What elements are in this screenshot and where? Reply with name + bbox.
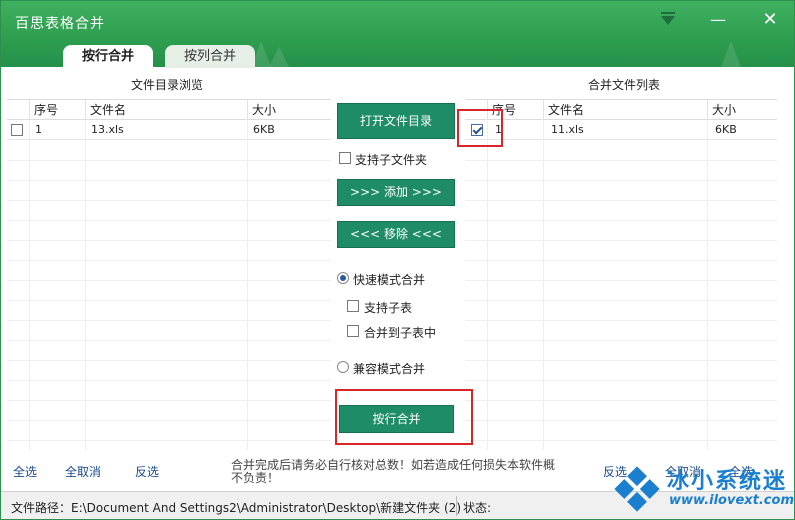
right-panel-title: 合并文件列表 [587,78,660,92]
remove-button[interactable]: <<< 移除 <<< [337,221,455,248]
invert-left-link[interactable]: 反选 [135,463,159,480]
watermark-title: 冰小系统迷 [667,469,788,494]
watermark-logo: 冰小系统迷 www.ilovext.com [605,459,794,519]
table-row[interactable]: 1 13.xls 6KB [7,120,331,140]
file-path-value: E:\Document And Settings2\Administrator\… [71,501,461,515]
support-subsheets-label: 支持子表 [364,301,413,315]
highlight-box-checkbox [457,109,503,147]
window-title: 百思表格合并 [15,16,105,32]
table-row[interactable]: 1 11.xls 6KB [465,120,777,140]
watermark-url: www.ilovext.com [669,493,794,508]
add-button[interactable]: >>> 添加 >>> [337,179,455,206]
windows-logo-icon [614,466,660,512]
merge-notice: 合并完成后请务必自行核对总数！如若造成任何损失本软件概不负责！ [231,458,556,485]
select-none-left-link[interactable]: 全取消 [65,463,101,480]
status-label: 状态: [463,501,492,515]
merge-list-table: 序号 文件名 大小 1 11.xls 6KB [465,99,777,450]
tree-decoration [721,41,741,67]
status-divider [456,496,457,516]
menu-icon[interactable] [657,9,679,31]
column-header-size[interactable]: 大小 [707,100,777,120]
column-header-filename[interactable]: 文件名 [543,100,707,120]
table-header: 序号 文件名 大小 [465,100,777,120]
tab-row-merge[interactable]: 按行合并 [63,45,153,68]
row-filename: 13.xls [91,123,124,136]
tab-column-merge[interactable]: 按列合并 [165,45,255,68]
left-panel-title: 文件目录浏览 [130,78,203,92]
minimize-icon[interactable]: — [707,9,729,31]
row-size: 6KB [253,123,275,136]
merge-to-subsheet-label: 合并到子表中 [364,326,437,340]
file-browser-table: 序号 文件名 大小 1 13.xls 6KB [7,99,331,450]
close-icon[interactable]: ✕ [759,9,781,31]
fast-mode-radio[interactable] [337,272,349,284]
merge-to-subsheet-checkbox[interactable] [347,325,359,337]
include-subfolders-label: 支持子文件夹 [355,153,428,167]
support-subsheets-checkbox[interactable] [347,300,359,312]
include-subfolders-checkbox[interactable] [339,152,351,164]
fast-mode-label: 快速模式合并 [353,273,426,287]
column-header-filename[interactable]: 文件名 [85,100,247,120]
compat-mode-label: 兼容模式合并 [353,362,426,376]
app-window: 百思表格合并 — ✕ 按行合并 按列合并 文件目录浏览 合并文件列表 序号 文件… [0,0,795,520]
column-header-size[interactable]: 大小 [247,100,331,120]
row-size: 6KB [715,123,737,136]
merge-rows-button[interactable]: 按行合并 [339,405,454,433]
file-path: 文件路径：E:\Document And Settings2\Administr… [11,499,461,516]
row-filename: 11.xls [551,123,584,136]
open-directory-button[interactable]: 打开文件目录 [337,103,455,139]
row-checkbox[interactable] [11,124,23,136]
compat-mode-radio[interactable] [337,361,349,373]
table-header: 序号 文件名 大小 [7,100,331,120]
select-all-left-link[interactable]: 全选 [13,463,37,480]
tree-decoration [269,47,289,67]
column-header-index[interactable]: 序号 [29,100,85,120]
file-path-label: 文件路径： [11,501,72,515]
row-index: 1 [35,123,42,136]
title-bar: 百思表格合并 — ✕ 按行合并 按列合并 [1,1,794,68]
